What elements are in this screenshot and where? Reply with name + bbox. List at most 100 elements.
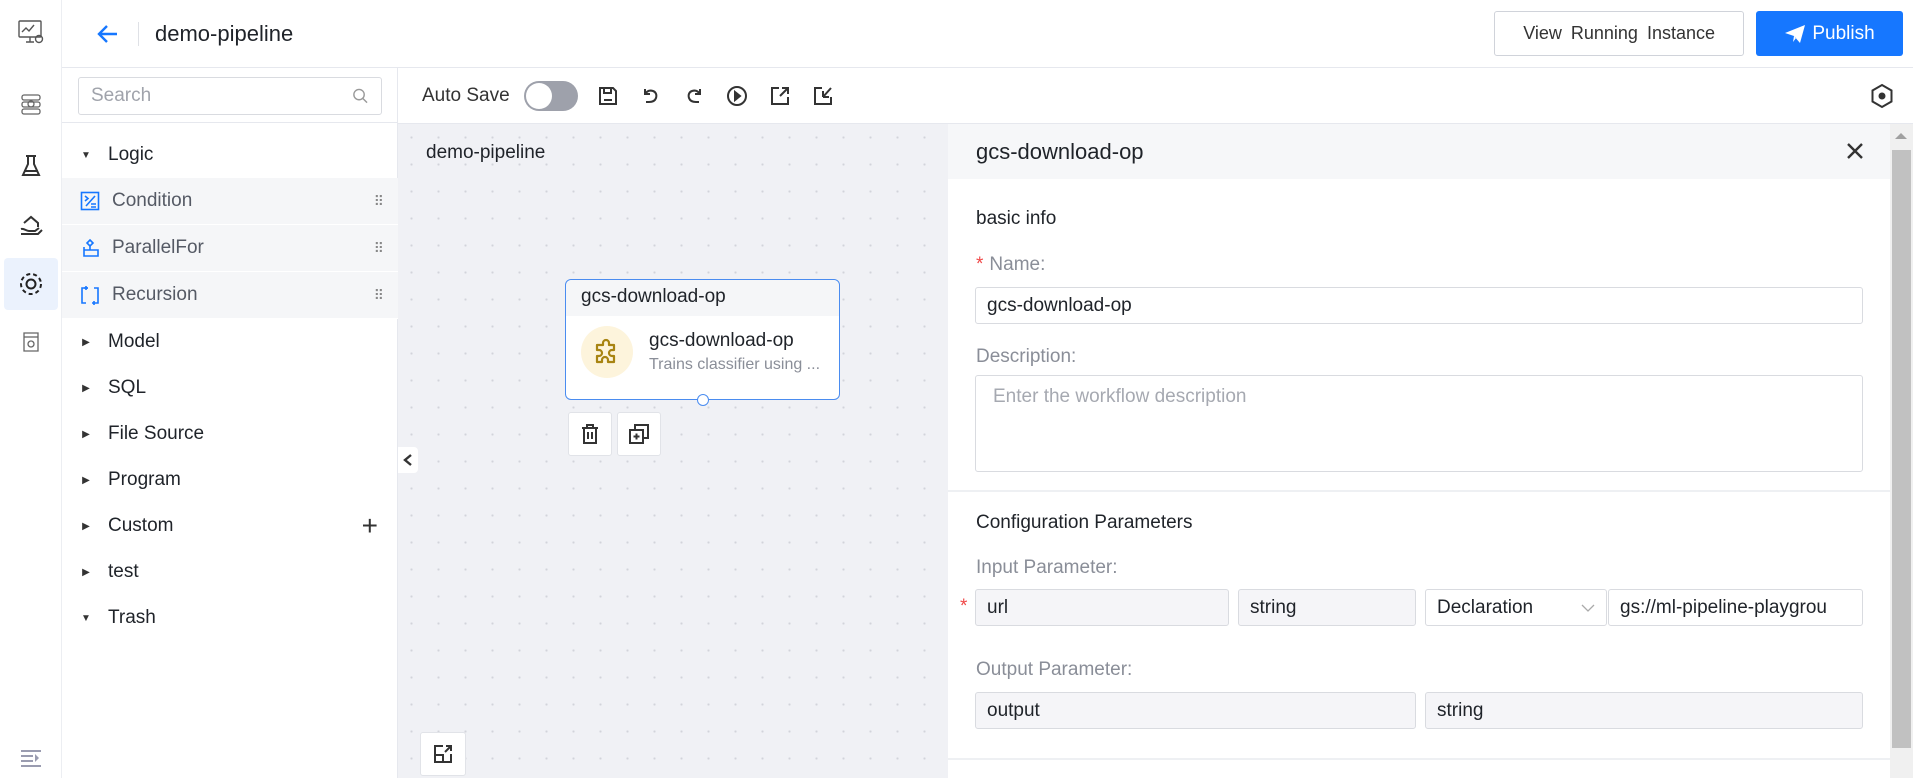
group-trash[interactable]: ▼ Trash — [62, 595, 398, 641]
auto-save-toggle[interactable] — [523, 80, 578, 111]
settings-hexagon-icon — [1871, 83, 1893, 109]
caret-right-icon: ▶ — [82, 336, 90, 348]
add-custom-icon[interactable]: + — [362, 512, 378, 540]
input-param-name: url — [975, 589, 1229, 626]
caret-right-icon: ▶ — [82, 520, 90, 532]
trash-icon — [582, 424, 598, 444]
name-label-text: Name: — [989, 254, 1046, 275]
nav-rail — [0, 0, 62, 778]
input-param-mode-select[interactable]: Declaration — [1425, 589, 1607, 626]
group-label: Trash — [108, 607, 156, 628]
divider — [948, 758, 1890, 760]
description-textarea[interactable] — [975, 375, 1863, 472]
component-recursion[interactable]: Recursion ⠿ — [62, 272, 398, 319]
export-icon — [770, 86, 789, 105]
toggle-knob — [525, 82, 552, 109]
scroll-up-icon[interactable] — [1895, 133, 1907, 139]
component-sidebar: ▼ Logic Condition ⠿ ParallelFor ⠿ Recurs… — [62, 68, 398, 778]
page-title: demo-pipeline — [155, 20, 294, 46]
output-param-name: output — [975, 692, 1416, 729]
auto-save-label: Auto Save — [422, 84, 510, 106]
node-header: gcs-download-op — [566, 280, 839, 316]
component-tree: ▼ Logic Condition ⠿ ParallelFor ⠿ Recurs… — [62, 132, 398, 641]
fit-view-icon — [434, 745, 452, 763]
panel-scrollbar[interactable] — [1890, 124, 1913, 778]
group-sql[interactable]: ▶ SQL — [62, 365, 398, 411]
delete-node-button[interactable] — [568, 412, 612, 456]
group-label: Logic — [108, 144, 154, 165]
collapse-sidebar-button[interactable] — [398, 447, 418, 473]
search-icon[interactable] — [352, 87, 369, 105]
view-running-instance-button[interactable]: View Running Instance — [1494, 11, 1744, 56]
pipeline-node[interactable]: gcs-download-op gcs-download-op Trains c… — [565, 279, 840, 406]
input-parameter-label: Input Parameter: — [976, 557, 1118, 578]
recursion-icon — [81, 286, 99, 305]
settings-button[interactable] — [1869, 83, 1895, 114]
node-name: gcs-download-op — [649, 330, 794, 351]
drag-handle-icon[interactable]: ⠿ — [374, 193, 384, 210]
name-input[interactable]: gcs-download-op — [975, 287, 1863, 324]
duplicate-node-button[interactable] — [617, 412, 661, 456]
fit-view-button[interactable] — [420, 732, 466, 776]
rail-item-storage[interactable] — [4, 316, 58, 368]
pipeline-circle-icon — [20, 273, 42, 295]
node-icon-wrap — [581, 326, 633, 378]
run-button[interactable] — [724, 83, 750, 109]
close-panel-button[interactable] — [1846, 140, 1864, 166]
group-model[interactable]: ▶ Model — [62, 319, 398, 365]
group-label: Program — [108, 469, 181, 490]
properties-panel: gcs-download-op basic info * Name: gcs-do… — [948, 124, 1890, 778]
group-program[interactable]: ▶ Program — [62, 457, 398, 503]
group-file-source[interactable]: ▶ File Source — [62, 411, 398, 457]
import-icon — [813, 86, 832, 105]
drag-handle-icon[interactable]: ⠿ — [374, 287, 384, 304]
publish-label: Publish — [1812, 22, 1875, 44]
export-button[interactable] — [767, 83, 793, 109]
expand-menu-icon — [21, 750, 41, 767]
input-param-value[interactable]: gs://ml-pipeline-playgrou — [1608, 589, 1863, 626]
rail-item-server[interactable] — [4, 78, 58, 130]
search-input[interactable] — [91, 85, 353, 107]
scrollbar-thumb[interactable] — [1892, 150, 1911, 748]
monitor-chart-gear-icon — [18, 20, 44, 44]
parallel-for-icon — [83, 238, 99, 257]
panel-title: gcs-download-op — [976, 138, 1144, 164]
arrow-left-icon — [97, 24, 117, 43]
copy-plus-icon — [629, 424, 649, 444]
group-label: Model — [108, 331, 160, 352]
expand-menu-button[interactable] — [4, 740, 58, 776]
node-output-port[interactable] — [697, 394, 709, 406]
input-param-type: string — [1238, 589, 1416, 626]
pipeline-canvas[interactable]: demo-pipeline gcs-download-op gcs-downlo… — [398, 124, 948, 778]
condition-icon — [80, 191, 100, 211]
rail-item-pipeline[interactable] — [4, 258, 58, 310]
group-label: test — [108, 561, 139, 582]
back-button[interactable] — [96, 22, 120, 46]
import-button[interactable] — [810, 83, 836, 109]
rail-item-experiment[interactable] — [4, 140, 58, 192]
group-logic[interactable]: ▼ Logic — [62, 132, 398, 178]
component-label: Recursion — [112, 284, 198, 305]
redo-button[interactable] — [681, 83, 707, 109]
group-test[interactable]: ▶ test — [62, 549, 398, 595]
group-label: SQL — [108, 377, 147, 398]
group-custom[interactable]: ▶ Custom + — [62, 503, 398, 549]
rail-item-monitor[interactable] — [4, 6, 58, 58]
select-value: Declaration — [1437, 596, 1534, 618]
component-condition[interactable]: Condition ⠿ — [62, 178, 398, 225]
save-button[interactable] — [595, 83, 621, 109]
publish-button[interactable]: Publish — [1756, 11, 1903, 56]
component-label: ParallelFor — [112, 237, 204, 258]
puzzle-icon — [595, 338, 616, 364]
undo-button[interactable] — [638, 83, 664, 109]
group-label: Custom — [108, 515, 174, 536]
divider — [62, 122, 398, 123]
page-header: demo-pipeline View Running Instance Publ… — [62, 0, 1913, 68]
caret-right-icon: ▶ — [82, 382, 90, 394]
server-gear-icon — [21, 94, 41, 115]
component-parallelfor[interactable]: ParallelFor ⠿ — [62, 225, 398, 272]
drag-handle-icon[interactable]: ⠿ — [374, 240, 384, 257]
required-marker: * — [976, 254, 984, 275]
output-param-type: string — [1425, 692, 1863, 729]
rail-item-service[interactable] — [4, 199, 58, 251]
